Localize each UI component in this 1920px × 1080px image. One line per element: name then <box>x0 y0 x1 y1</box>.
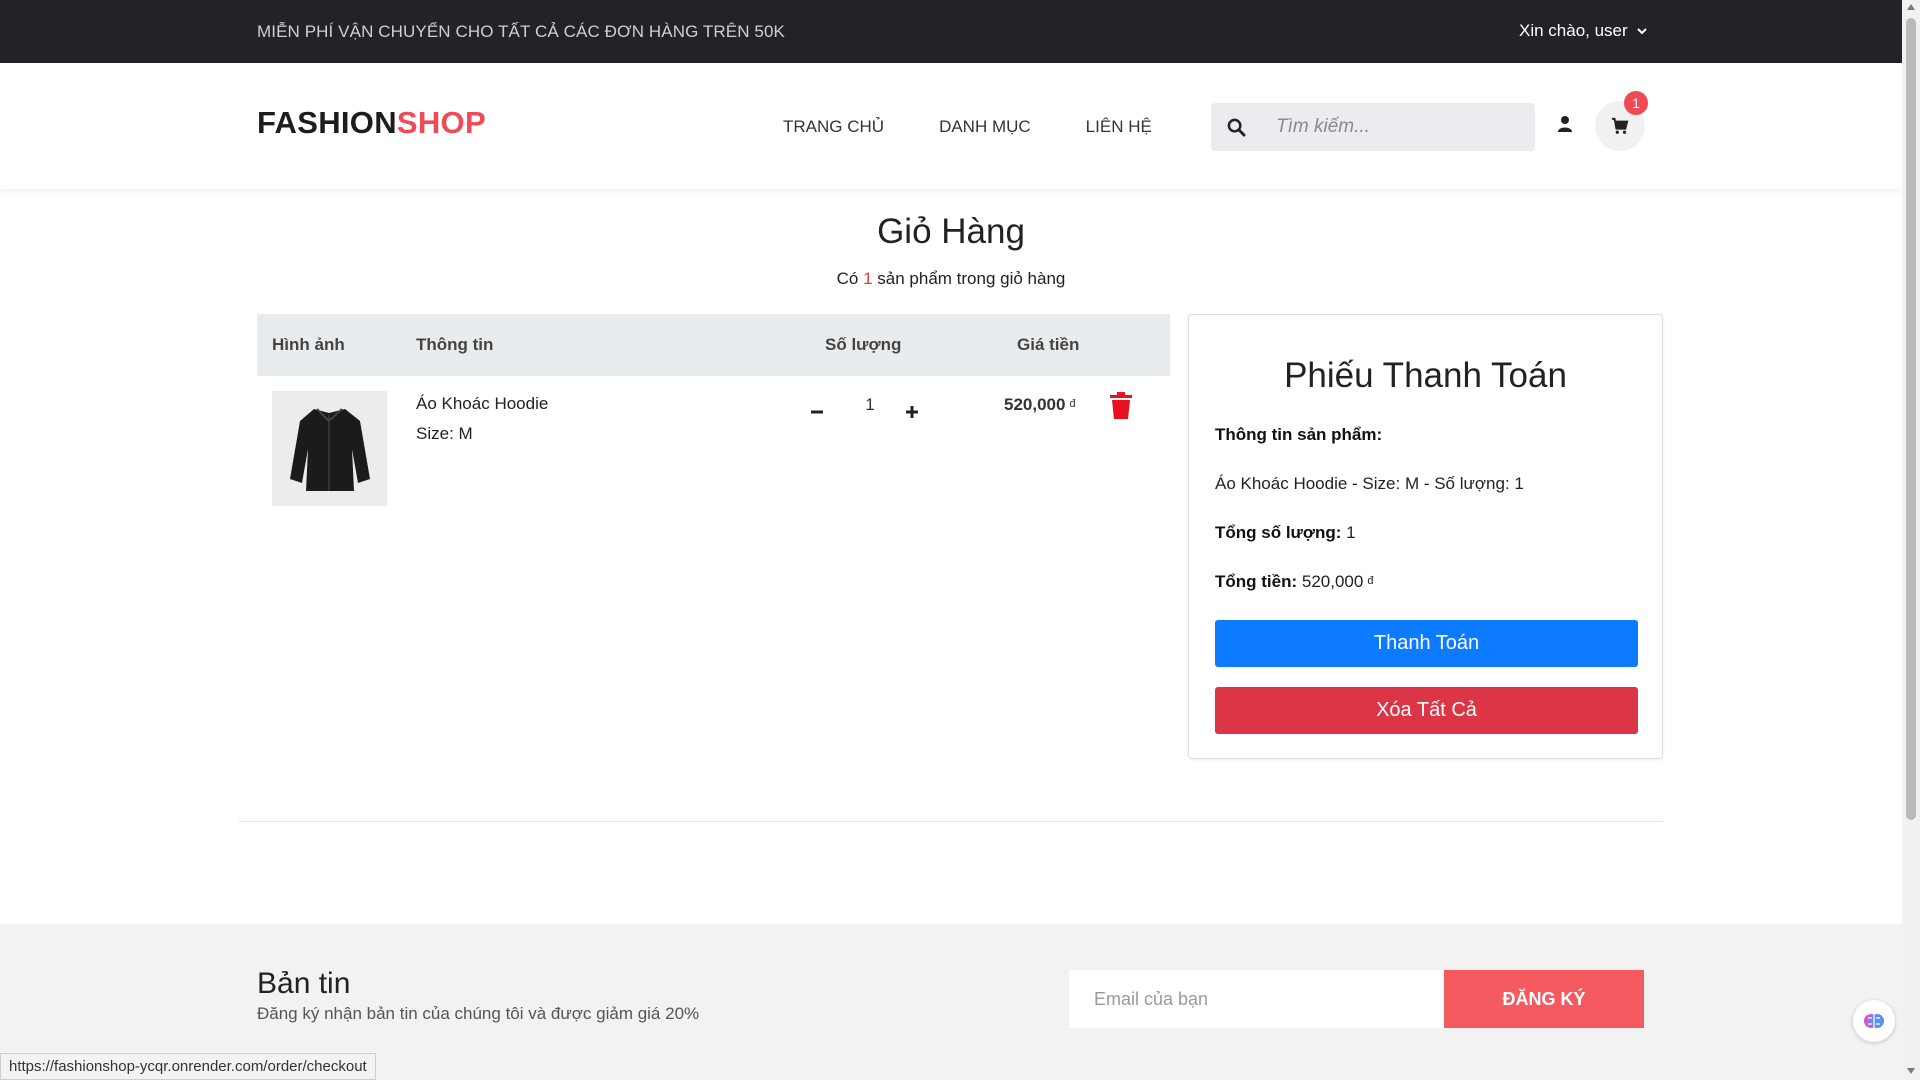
total-quantity: Tổng số lượng: 1 <box>1215 523 1356 543</box>
total-currency: đ <box>1367 575 1374 587</box>
price-currency: đ <box>1069 398 1076 410</box>
top-announcement-bar: MIỄN PHÍ VẬN CHUYỂN CHO TẤT CẢ CÁC ĐƠN H… <box>0 0 1902 63</box>
product-size: Size: M <box>416 424 473 443</box>
quantity-value: 1 <box>865 395 875 414</box>
section-divider <box>238 821 1663 822</box>
search-input[interactable] <box>1276 115 1516 139</box>
user-icon[interactable] <box>1557 115 1573 133</box>
site-logo[interactable]: FASHIONSHOP <box>257 105 486 141</box>
product-name[interactable]: Áo Khoác Hoodie <box>416 394 548 414</box>
subtitle-prefix: Có <box>836 269 859 288</box>
clear-all-button[interactable]: Xóa Tất Cả <box>1215 687 1638 734</box>
cart-count-badge: 1 <box>1624 91 1648 115</box>
product-line: Áo Khoác Hoodie - Size: M - Số lượng: 1 <box>1215 474 1524 493</box>
floating-assistant-button[interactable] <box>1853 1000 1895 1042</box>
subtitle-count: 1 <box>863 269 873 288</box>
site-header: FASHIONSHOP TRANG CHỦ DANH MỤC LIÊN HỆ 1 <box>0 63 1902 189</box>
newsletter-title: Bản tin <box>257 967 351 1000</box>
nav-contact[interactable]: LIÊN HỆ <box>1086 117 1152 137</box>
summary-title: Phiếu Thanh Toán <box>1284 356 1567 395</box>
cart-item-count-text: Có 1 sản phẩm trong giỏ hàng <box>0 269 1902 289</box>
status-bar-url: https://fashionshop-ycqr.onrender.com/or… <box>0 1053 376 1080</box>
total-value: 520,000 <box>1301 572 1364 591</box>
trash-icon[interactable] <box>1109 392 1133 419</box>
total-amount: Tổng tiền: 520,000 đ <box>1215 572 1373 592</box>
plus-icon[interactable] <box>905 405 919 419</box>
scrollbar-thumb[interactable] <box>1906 18 1916 820</box>
checkout-summary-card: Phiếu Thanh Toán Thông tin sản phẩm: Áo … <box>1188 314 1663 759</box>
greeting-text: Xin chào, user <box>1519 21 1628 40</box>
product-info-label: Thông tin sản phẩm: <box>1215 425 1383 444</box>
brain-icon <box>1864 1014 1884 1028</box>
subscribe-button[interactable]: ĐĂNG KÝ <box>1444 970 1644 1028</box>
nav-home[interactable]: TRANG CHỦ <box>783 117 884 137</box>
total-qty-label: Tổng số lượng: <box>1215 523 1342 542</box>
main-nav: TRANG CHỦ DANH MỤC LIÊN HỆ <box>783 117 1207 137</box>
logo-shop: SHOP <box>396 105 486 140</box>
search-box <box>1211 103 1535 151</box>
table-row: Áo Khoác Hoodie Size: M 1 520,000 đ <box>257 314 1170 506</box>
scroll-down-arrow[interactable] <box>1907 1068 1915 1074</box>
free-shipping-promo: MIỄN PHÍ VẬN CHUYỂN CHO TẤT CẢ CÁC ĐƠN H… <box>257 22 785 41</box>
page-title: Giỏ Hàng <box>877 212 1025 251</box>
page-scrollbar[interactable] <box>1902 0 1920 1080</box>
product-price: 520,000 đ <box>1004 395 1076 415</box>
logo-fashion: FASHION <box>257 105 397 140</box>
total-qty-value: 1 <box>1346 523 1356 542</box>
newsletter-subtitle: Đăng ký nhận bản tin của chúng tôi và đư… <box>257 1004 700 1023</box>
chevron-down-icon <box>1636 28 1647 35</box>
nav-categories[interactable]: DANH MỤC <box>939 117 1031 137</box>
cart-icon <box>1611 117 1629 134</box>
search-icon[interactable] <box>1227 118 1246 137</box>
newsletter-email-input[interactable] <box>1069 970 1444 1028</box>
price-value: 520,000 <box>1004 395 1066 414</box>
product-image[interactable] <box>272 391 387 506</box>
scroll-up-arrow[interactable] <box>1907 4 1915 10</box>
user-greeting-dropdown[interactable]: Xin chào, user <box>1519 21 1648 41</box>
total-label: Tổng tiền: <box>1215 572 1298 591</box>
checkout-button[interactable]: Thanh Toán <box>1215 620 1638 667</box>
subtitle-suffix: sản phẩm trong giỏ hàng <box>877 269 1066 288</box>
minus-icon[interactable] <box>810 405 824 419</box>
